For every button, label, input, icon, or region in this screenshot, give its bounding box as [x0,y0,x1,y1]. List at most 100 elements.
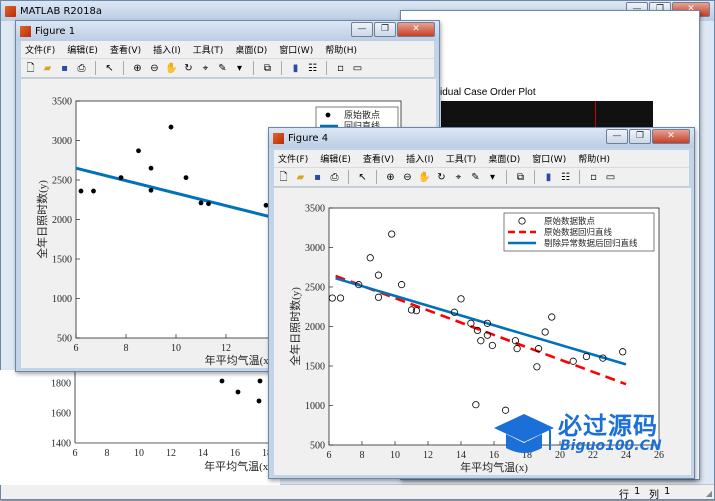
zoom-out-icon[interactable]: ⊖ [148,62,161,75]
menu-view[interactable]: 查看(V) [110,43,141,56]
x-tick-label: 12 [423,450,433,461]
status-row-label: 行 [619,490,629,501]
print-icon[interactable]: ⎙ [75,62,88,75]
data-cursor-icon[interactable]: ⌖ [199,62,212,75]
data-point [183,175,189,181]
watermark-cn: 必过源码 [558,412,658,440]
figure1-minimize-button[interactable]: — [351,22,373,37]
figure-icon [273,132,284,144]
hide-tools-icon[interactable]: ▫ [334,62,347,75]
data-point [148,165,154,171]
menu-view[interactable]: 查看(V) [363,152,394,165]
menu-file[interactable]: 文件(F) [25,43,55,56]
background-axes: 1800160014006 8 10 12 14 16 18年平均气温(x) [0,370,280,485]
y-tick-label: 3500 [52,97,72,108]
legend-label-points: 原始散点 [344,109,380,120]
figure4-maximize-button[interactable]: ❐ [629,129,651,144]
hide-tools-icon[interactable]: ▫ [587,171,600,184]
print-icon[interactable]: ⎙ [328,171,341,184]
data-point [198,200,204,206]
open-folder-icon[interactable]: ▰ [294,171,307,184]
x-axis-label: 年平均气温(x) [205,353,273,367]
link-plot-icon[interactable]: ⧉ [514,171,527,184]
colorbar-icon[interactable]: ▮ [289,62,302,75]
figure1-toolbar: 🗋 ▰ ▪ ⎙ ↖ ⊕ ⊖ ✋ ↻ ⌖ ✎ ▾ ⧉ ▮ ☷ ▫ ▭ [21,58,434,78]
bg-y-tick-label: 1600 [51,409,71,420]
legend-marker-points [325,112,331,118]
bg-x-tick-label: 14 [198,448,208,459]
zoom-out-icon[interactable]: ⊖ [401,171,414,184]
x-tick-label: 12 [221,343,231,354]
figure4-toolbar: 🗋 ▰ ▪ ⎙ ↖ ⊕ ⊖ ✋ ↻ ⌖ ✎ ▾ ⧉ ▮ ☷ ▫ ▭ [274,167,689,187]
bg-x-tick-label: 6 [73,448,78,459]
watermark-logo: 必过源码 Biguo100.CN [490,406,700,466]
pan-icon[interactable]: ✋ [418,171,431,184]
menu-window[interactable]: 窗口(W) [532,152,566,165]
save-icon[interactable]: ▪ [58,62,71,75]
zoom-in-icon[interactable]: ⊕ [131,62,144,75]
legend-label-dashed: 原始数据回归直线 [544,227,613,237]
x-tick-label: 8 [360,450,365,461]
data-point [78,188,84,194]
bg-data-point [235,389,241,395]
menu-edit[interactable]: 编辑(E) [67,43,98,56]
dropdown-arrow-icon[interactable]: ▾ [233,62,246,75]
legend-icon[interactable]: ☷ [559,171,572,184]
zoom-in-icon[interactable]: ⊕ [384,171,397,184]
rotate-icon[interactable]: ↻ [182,62,195,75]
menu-insert[interactable]: 插入(I) [406,152,434,165]
pan-icon[interactable]: ✋ [165,62,178,75]
pointer-icon[interactable]: ↖ [356,171,369,184]
data-point [91,188,96,194]
brush-icon[interactable]: ✎ [216,62,229,75]
bg-data-point [257,378,263,384]
data-point [118,175,124,181]
legend-label-points: 原始数据散点 [544,216,596,226]
new-figure-icon[interactable]: 🗋 [277,171,290,184]
main-status-bar: 行 1 列 1 ◢ [1,484,714,501]
colorbar-icon[interactable]: ▮ [542,171,555,184]
y-tick-label: 500 [57,334,72,345]
y-tick-label: 3500 [305,204,325,215]
menu-file[interactable]: 文件(F) [278,152,308,165]
menu-help[interactable]: 帮助(H) [325,43,357,56]
menu-insert[interactable]: 插入(I) [153,43,181,56]
dock-icon[interactable]: ▭ [604,171,617,184]
save-icon[interactable]: ▪ [311,171,324,184]
resize-grip-icon[interactable]: ◢ [706,489,712,498]
menu-edit[interactable]: 编辑(E) [320,152,351,165]
y-tick-label: 2500 [305,283,325,294]
figure1-title: Figure 1 [35,25,76,37]
menu-help[interactable]: 帮助(H) [578,152,610,165]
figure4-menu-bar: 文件(F) 编辑(E) 查看(V) 插入(I) 工具(T) 桌面(D) 窗口(W… [274,150,689,167]
status-col-value: 1 [664,486,671,497]
figure1-menu-bar: 文件(F) 编辑(E) 查看(V) 插入(I) 工具(T) 桌面(D) 窗口(W… [21,41,434,58]
open-folder-icon[interactable]: ▰ [41,62,54,75]
figure4-title: Figure 4 [288,132,329,144]
data-cursor-icon[interactable]: ⌖ [452,171,465,184]
y-tick-label: 3000 [305,243,325,254]
figure1-close-button[interactable]: ✕ [397,22,435,37]
y-tick-label: 3000 [52,136,72,147]
brush-icon[interactable]: ✎ [469,171,482,184]
dropdown-arrow-icon[interactable]: ▾ [486,171,499,184]
rotate-icon[interactable]: ↻ [435,171,448,184]
menu-desktop[interactable]: 桌面(D) [488,152,520,165]
pointer-icon[interactable]: ↖ [103,62,116,75]
link-plot-icon[interactable]: ⧉ [261,62,274,75]
menu-desktop[interactable]: 桌面(D) [235,43,267,56]
figure4-close-button[interactable]: ✕ [652,129,690,144]
menu-tools[interactable]: 工具(T) [193,43,224,56]
figure1-maximize-button[interactable]: ❐ [374,22,396,37]
menu-tools[interactable]: 工具(T) [446,152,477,165]
x-tick-label: 10 [171,343,181,354]
figure-icon [20,25,31,37]
dock-icon[interactable]: ▭ [351,62,364,75]
bg-data-point [256,398,262,404]
x-tick-label: 6 [74,343,79,354]
menu-window[interactable]: 窗口(W) [279,43,313,56]
y-axis-label: 全年日照时数(y) [288,287,302,366]
figure4-minimize-button[interactable]: — [606,129,628,144]
legend-icon[interactable]: ☷ [306,62,319,75]
new-figure-icon[interactable]: 🗋 [24,62,37,75]
